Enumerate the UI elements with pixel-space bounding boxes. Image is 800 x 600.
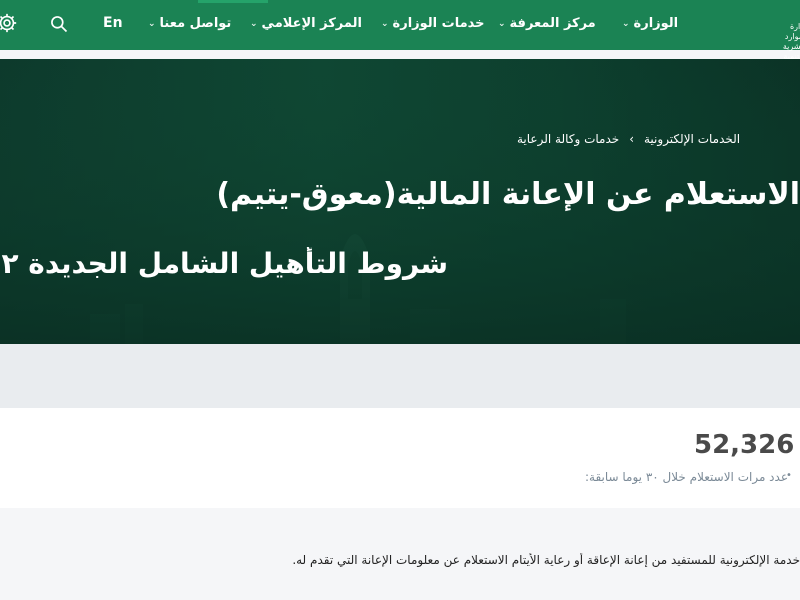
nav-active-indicator [198,0,268,3]
chevron-left-icon: › [629,132,634,146]
chevron-down-icon: ⌄ [622,18,630,29]
hero-banner: الخدمات الإلكترونية › خدمات وكالة الرعاي… [0,59,800,345]
chevron-down-icon: ⌄ [381,18,389,29]
nav-item-label: المركز الإعلامي [261,16,362,31]
breadcrumb: الخدمات الإلكترونية › خدمات وكالة الرعاي… [517,132,740,146]
chevron-down-icon: ⌄ [250,18,258,29]
nav-item-knowledge-center[interactable]: مركز المعرفة ⌄ [498,16,596,31]
nav-item-ministry-services[interactable]: خدمات الوزارة ⌄ [381,16,485,31]
page-title: الاستعلام عن الإعانة المالية(معوق-يتيم) [216,177,800,212]
nav-item-contact[interactable]: تواصل معنا ⌄ [148,16,231,31]
search-icon[interactable] [48,13,70,35]
service-description: خدمة الإلكترونية للمستفيد من إعانة الإعا… [292,553,800,567]
nav-item-label: مركز المعرفة [509,16,596,31]
page-subtitle: شروط التأهيل الشامل الجديدة ١٤٤٢ [0,247,448,280]
nav-item-label: خدمات الوزارة [392,16,485,31]
nav-item-media-center[interactable]: المركز الإعلامي ⌄ [250,16,362,31]
nav-item-ministry[interactable]: الوزارة ⌄ [622,16,678,31]
top-navbar: En تواصل معنا ⌄ المركز الإعلامي ⌄ خدمات … [0,0,800,71]
chevron-down-icon: ⌄ [148,18,156,29]
breadcrumb-item-eservices[interactable]: الخدمات الإلكترونية [644,132,740,146]
inquiry-count-label: عدد مرات الاستعلام خلال ٣٠ يوما سابقة: [584,470,788,484]
language-toggle[interactable]: En [103,15,123,31]
section-divider [0,344,800,410]
stats-card [0,408,800,508]
gear-icon[interactable] [0,12,18,34]
nav-item-label: الوزارة [633,16,679,31]
breadcrumb-item-care-services[interactable]: خدمات وكالة الرعاية [517,132,619,146]
chevron-down-icon: ⌄ [498,18,506,29]
nav-item-label: تواصل معنا [159,16,232,31]
inquiry-count: 52,326 [694,430,795,460]
